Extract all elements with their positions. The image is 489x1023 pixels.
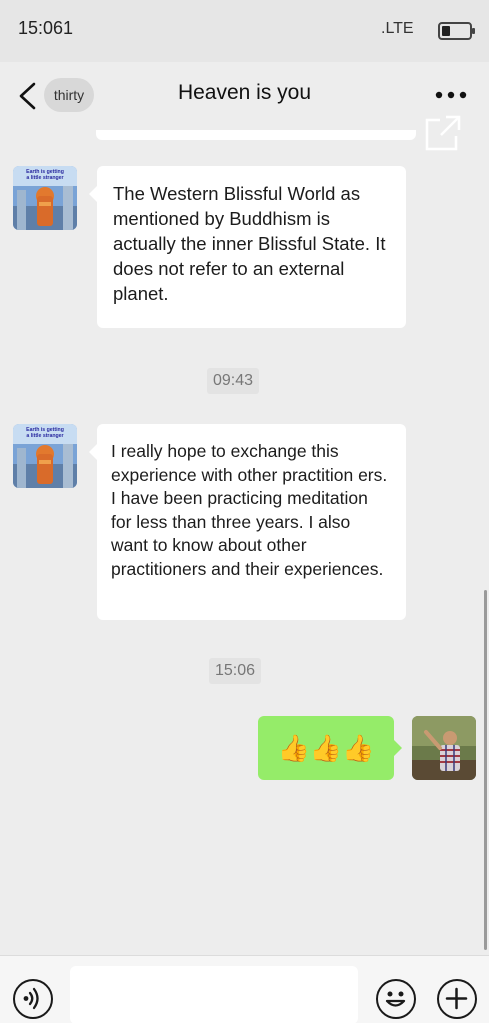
avatar-image: Earth is getting a little stranger: [13, 166, 77, 230]
battery-icon: [438, 22, 475, 40]
plus-icon[interactable]: [437, 979, 477, 1019]
sent-message-bubble[interactable]: 👍👍👍: [258, 716, 402, 780]
message-bubble[interactable]: I really hope to exchange this experienc…: [89, 424, 406, 620]
message-text: The Western Blissful World as mentioned …: [113, 183, 386, 304]
status-bar: 15:061 .LTE: [0, 0, 489, 62]
message-text: I really hope to exchange this experienc…: [111, 441, 388, 579]
chat-header: thirty Heaven is you: [0, 62, 489, 130]
contact-avatar[interactable]: Earth is getting a little stranger: [13, 166, 77, 230]
emoji-icon[interactable]: [376, 979, 416, 1019]
avatar-image: [412, 716, 476, 780]
input-bar: [0, 955, 489, 1023]
scrollbar[interactable]: [484, 590, 487, 950]
avatar-image: Earth is getting a little stranger: [13, 424, 77, 488]
status-time: 15:061: [18, 18, 74, 38]
chat-title: Heaven is you: [177, 81, 312, 104]
share-external-icon[interactable]: [424, 114, 462, 152]
message-input[interactable]: [70, 966, 358, 1023]
svg-text:a little stranger: a little stranger: [26, 175, 63, 181]
message-bubble[interactable]: The Western Blissful World as mentioned …: [89, 166, 406, 328]
more-dots-icon[interactable]: [434, 90, 468, 100]
voice-icon[interactable]: [13, 979, 53, 1019]
message-emoji: 👍👍👍: [277, 733, 375, 763]
timestamp: 15:06: [209, 658, 262, 684]
svg-text:a little stranger: a little stranger: [26, 433, 63, 439]
user-avatar[interactable]: [412, 716, 476, 780]
timestamp: 09:43: [207, 368, 260, 394]
previous-message-bubble: [96, 130, 416, 140]
network-indicator: .LTE: [381, 20, 414, 37]
contact-avatar[interactable]: Earth is getting a little stranger: [13, 424, 77, 488]
